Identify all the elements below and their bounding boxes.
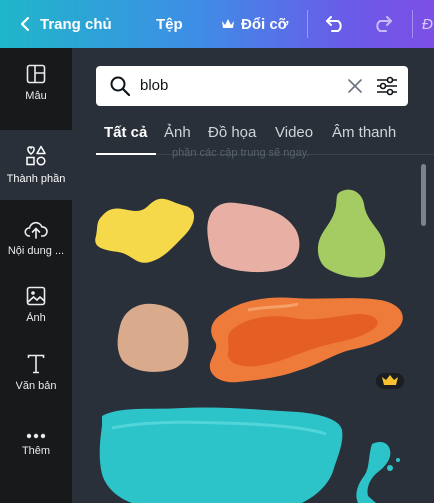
more-icon <box>26 433 46 439</box>
template-icon <box>26 64 46 84</box>
clear-icon[interactable] <box>347 78 363 94</box>
back-home-button[interactable]: Trang chủ <box>20 0 112 48</box>
result-tan-blob[interactable] <box>117 303 189 372</box>
sidebar-item-elements[interactable]: Thành phần <box>0 130 72 200</box>
scrollbar[interactable] <box>421 164 426 226</box>
undo-button[interactable] <box>325 0 347 48</box>
topbar-overflow-label: Đ <box>422 15 433 33</box>
top-bar: Trang chủ Tệp Đổi cỡ Đ <box>0 0 434 48</box>
sidebar-item-text[interactable]: Văn bản <box>0 338 72 408</box>
result-orange-watercolor-blob[interactable] <box>209 297 403 383</box>
sidebar-item-label: Mẫu <box>25 90 47 102</box>
left-sidebar: Mẫu Thành phần Nội dung ... Ảnh Văn bản … <box>0 48 72 503</box>
active-tab-indicator <box>96 153 156 155</box>
upload-icon <box>24 221 48 239</box>
elements-panel: blob Tất cả Ảnh Đồ họa Video Âm thanh ph… <box>72 48 434 503</box>
file-menu-label: Tệp <box>156 15 183 33</box>
sidebar-item-label: Ảnh <box>26 312 46 324</box>
search-input[interactable]: blob <box>140 77 168 94</box>
resize-label: Đổi cỡ <box>241 15 289 33</box>
topbar-divider-2 <box>412 10 413 38</box>
result-pink-blob[interactable] <box>207 202 300 273</box>
chevron-left-icon <box>20 16 30 32</box>
result-green-blob[interactable] <box>317 189 386 278</box>
sidebar-item-label: Nội dung ... <box>7 245 65 257</box>
text-icon <box>27 354 45 374</box>
sidebar-item-uploads[interactable]: Nội dung ... <box>0 204 72 274</box>
undo-icon <box>325 15 347 33</box>
sidebar-item-label: Thêm <box>21 445 51 457</box>
tab-audio[interactable]: Âm thanh <box>332 124 396 141</box>
photo-icon <box>26 286 46 306</box>
sidebar-item-photos[interactable]: Ảnh <box>0 270 72 340</box>
tab-photos[interactable]: Ảnh <box>164 124 191 141</box>
file-menu-button[interactable]: Tệp <box>156 0 183 48</box>
elements-icon <box>25 145 47 167</box>
search-icon <box>109 75 131 97</box>
sidebar-item-label: Thành phần <box>6 173 66 185</box>
tab-graphics[interactable]: Đồ họa <box>208 124 256 141</box>
sidebar-item-templates[interactable]: Mẫu <box>0 48 72 118</box>
sidebar-item-label: Văn bản <box>15 380 57 392</box>
redo-button[interactable] <box>371 0 393 48</box>
topbar-divider <box>307 10 308 38</box>
back-home-label: Trang chủ <box>40 15 112 33</box>
resize-button[interactable]: Đổi cỡ <box>221 0 288 48</box>
tab-all[interactable]: Tất cả <box>104 124 147 141</box>
filter-icon[interactable] <box>376 76 398 96</box>
result-teal-paint-stroke[interactable] <box>99 407 400 503</box>
hint-text: phần các cập trung sẽ ngay. <box>172 147 310 159</box>
search-box[interactable]: blob <box>96 66 408 106</box>
results-canvas <box>95 189 404 503</box>
crown-icon <box>221 18 235 30</box>
redo-icon <box>371 15 393 33</box>
premium-badge <box>376 373 404 389</box>
result-yellow-blob[interactable] <box>95 198 195 263</box>
sidebar-item-more[interactable]: Thêm <box>0 410 72 480</box>
tab-video[interactable]: Video <box>275 124 313 141</box>
crown-icon <box>382 375 398 385</box>
